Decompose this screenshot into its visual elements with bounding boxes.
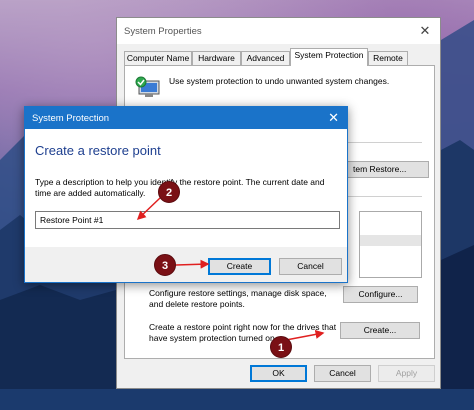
tab-system-protection[interactable]: System Protection — [290, 48, 368, 66]
configure-description-line1: Configure restore settings, manage disk … — [149, 288, 327, 298]
tab-advanced[interactable]: Advanced — [241, 51, 290, 65]
apply-button[interactable]: Apply — [378, 365, 435, 382]
system-protection-computer-icon — [135, 76, 160, 97]
configure-button[interactable]: Configure... — [343, 286, 418, 303]
dialog-close-icon[interactable]: ✕ — [328, 110, 339, 126]
protection-settings-list[interactable] — [359, 211, 422, 278]
dialog-description: Type a description to help you identify … — [35, 177, 335, 199]
step-marker-1: 1 — [270, 336, 292, 358]
system-properties-close-icon[interactable]: ✕ — [412, 20, 438, 42]
tab-hardware[interactable]: Hardware — [192, 51, 241, 65]
dialog-titlebar: System Protection ✕ — [25, 107, 347, 129]
create-description-line1: Create a restore point right now for the… — [149, 322, 337, 332]
system-properties-tabs: Computer Name Hardware Advanced System P… — [124, 48, 436, 66]
tab-computer-name[interactable]: Computer Name — [124, 51, 192, 65]
configure-description: Configure restore settings, manage disk … — [149, 288, 327, 310]
dialog-cancel-button[interactable]: Cancel — [279, 258, 342, 275]
system-properties-title: System Properties — [124, 26, 202, 37]
system-protection-intro-text: Use system protection to undo unwanted s… — [169, 76, 390, 86]
system-protection-dialog: System Protection ✕ Create a restore poi… — [24, 106, 348, 283]
dialog-body: Create a restore point Type a descriptio… — [25, 129, 347, 247]
step-marker-3: 3 — [154, 254, 176, 276]
dialog-description-line2: time are added automatically. — [35, 188, 146, 198]
step-marker-2: 2 — [158, 181, 180, 203]
selected-drive-row[interactable] — [360, 235, 421, 246]
create-description: Create a restore point right now for the… — [149, 322, 336, 344]
system-restore-button[interactable]: tem Restore... — [343, 161, 429, 178]
create-description-line2: have system protection turned on. — [149, 333, 278, 343]
dialog-heading: Create a restore point — [35, 143, 161, 158]
ok-button[interactable]: OK — [250, 365, 307, 382]
dialog-title: System Protection — [32, 113, 110, 124]
dialog-create-button[interactable]: Create — [208, 258, 271, 275]
tab-remote[interactable]: Remote — [368, 51, 408, 65]
create-restore-point-button[interactable]: Create... — [340, 322, 420, 339]
system-properties-titlebar: System Properties ✕ — [117, 18, 440, 44]
restore-point-description-input[interactable] — [35, 211, 340, 229]
dialog-description-line1: Type a description to help you identify … — [35, 177, 325, 187]
cancel-button[interactable]: Cancel — [314, 365, 371, 382]
configure-description-line2: and delete restore points. — [149, 299, 245, 309]
